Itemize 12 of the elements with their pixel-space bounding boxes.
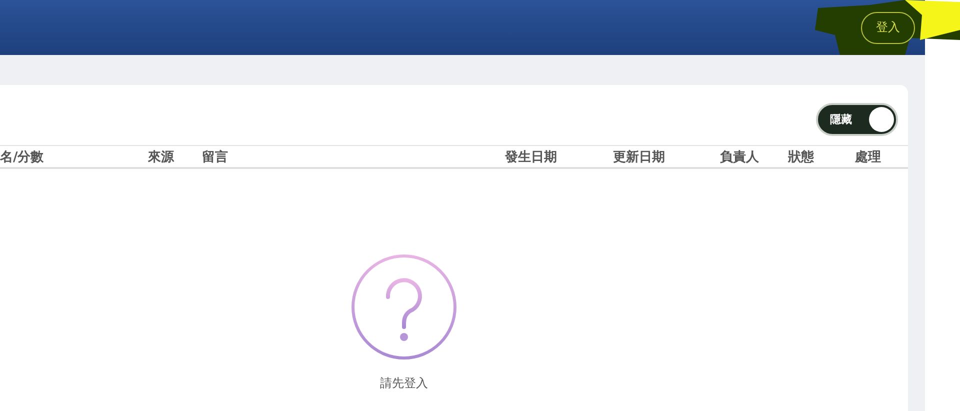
column-header: 狀態 [788, 148, 815, 166]
column-header: 來源 [148, 148, 176, 166]
column-header: 發生日期 [505, 148, 558, 166]
empty-message: 請先登入 [380, 375, 428, 392]
login-button[interactable]: 登入 [861, 12, 915, 44]
question-icon [350, 253, 458, 361]
hide-toggle[interactable]: 隱藏 [816, 103, 898, 136]
column-header: 名/分數 [0, 148, 45, 166]
column-header: 留言 [202, 148, 229, 166]
column-header: 負責人 [720, 148, 760, 166]
column-header: 更新日期 [613, 148, 666, 166]
column-header: 處理 [855, 148, 882, 166]
